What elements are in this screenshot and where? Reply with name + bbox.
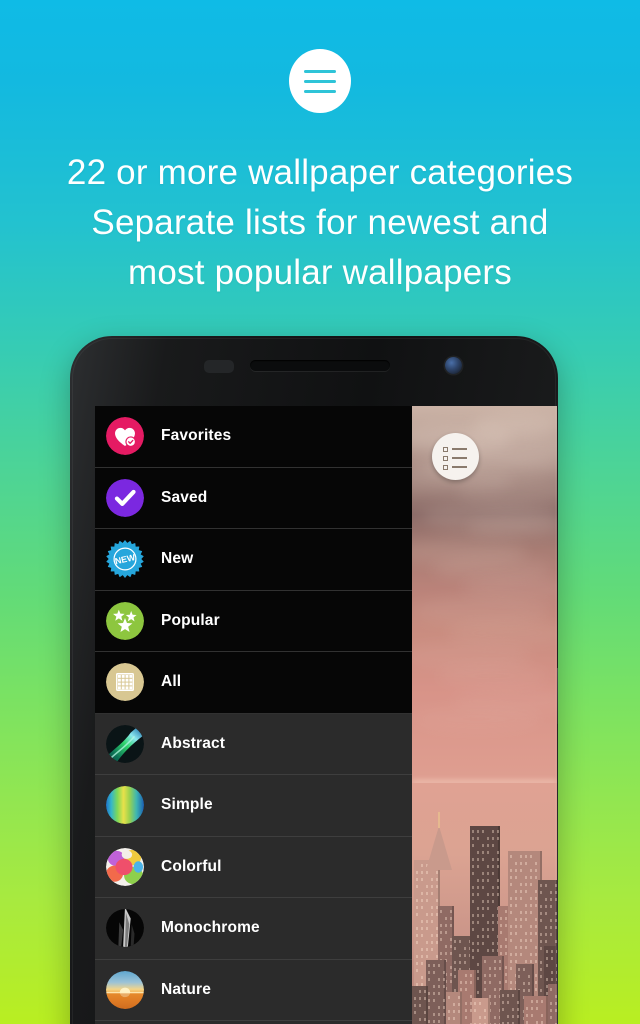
drawer-item-label: Nature xyxy=(161,980,211,998)
hamburger-bar-3 xyxy=(304,89,336,93)
list-view-glyph xyxy=(442,446,469,470)
navigation-drawer: Favorites Saved NEW New Popular All Abst… xyxy=(95,406,412,1024)
phone-screen: Favorites Saved NEW New Popular All Abst… xyxy=(95,406,557,1024)
abstract-swirl-icon xyxy=(106,724,144,763)
grid-icon xyxy=(106,663,144,702)
headline-line-2: Separate lists for newest and xyxy=(91,203,549,242)
check-mark-icon xyxy=(106,478,144,517)
drawer-item-label: Popular xyxy=(161,611,220,629)
hamburger-menu-icon[interactable] xyxy=(289,49,351,113)
drawer-item-popular[interactable]: Popular xyxy=(95,590,412,652)
earpiece-speaker-icon xyxy=(250,360,390,371)
heart-check-icon xyxy=(106,417,144,456)
headline-line-3: most popular wallpapers xyxy=(128,253,512,292)
spire-antenna xyxy=(438,812,440,828)
cloud xyxy=(457,480,557,504)
building xyxy=(446,992,462,1024)
drawer-item-label: Colorful xyxy=(161,857,222,875)
drawer-item-label: Monochrome xyxy=(161,919,260,937)
colorful-blobs-icon xyxy=(106,847,144,886)
drawer-item-simple[interactable]: Simple xyxy=(95,775,412,837)
drawer-item-nature[interactable]: Nature xyxy=(95,959,412,1021)
proximity-sensor-icon xyxy=(204,360,234,373)
new-badge-icon: NEW xyxy=(106,540,144,579)
cloud xyxy=(467,516,557,538)
hamburger-bar-1 xyxy=(304,69,336,73)
building xyxy=(426,960,446,1024)
drawer-item-all[interactable]: All xyxy=(95,652,412,714)
cloud xyxy=(472,414,557,436)
drawer-item-favorites[interactable]: Favorites xyxy=(95,406,412,468)
hamburger-bar-2 xyxy=(304,79,336,83)
wallpaper-preview[interactable] xyxy=(412,406,557,1024)
monochrome-icon xyxy=(106,909,144,948)
cloud xyxy=(412,706,542,732)
landmark-spire xyxy=(426,826,452,870)
front-camera-icon xyxy=(445,357,462,374)
promo-screenshot: 22 or more wallpaper categories Separate… xyxy=(0,0,640,1024)
drawer-item-monochrome[interactable]: Monochrome xyxy=(95,898,412,960)
building xyxy=(472,998,490,1024)
drawer-item-label: Favorites xyxy=(161,427,232,445)
drawer-item-label: Abstract xyxy=(161,734,226,752)
drawer-item-saved[interactable]: Saved xyxy=(95,467,412,529)
stars-icon xyxy=(106,601,144,640)
drawer-item-label: Saved xyxy=(161,488,208,506)
drawer-item-abstract[interactable]: Abstract xyxy=(95,713,412,775)
list-view-icon[interactable] xyxy=(432,433,479,480)
building xyxy=(500,990,520,1024)
city-skyline xyxy=(412,783,557,1024)
nature-sunset-icon xyxy=(106,970,144,1009)
building xyxy=(524,996,548,1024)
cloud xyxy=(437,664,547,688)
drawer-item-new[interactable]: NEW New xyxy=(95,529,412,591)
building xyxy=(548,984,557,1024)
drawer-item-label: New xyxy=(161,550,194,568)
headline-text: 22 or more wallpaper categories Separate… xyxy=(0,148,640,298)
drawer-item-colorful[interactable]: Colorful xyxy=(95,836,412,898)
drawer-item-label: All xyxy=(161,673,182,691)
drawer-item-label: Simple xyxy=(161,796,213,814)
simple-gradient-icon xyxy=(106,786,144,825)
building xyxy=(412,986,428,1024)
phone-device-mockup: Favorites Saved NEW New Popular All Abst… xyxy=(70,336,558,1024)
headline-line-1: 22 or more wallpaper categories xyxy=(66,153,574,192)
